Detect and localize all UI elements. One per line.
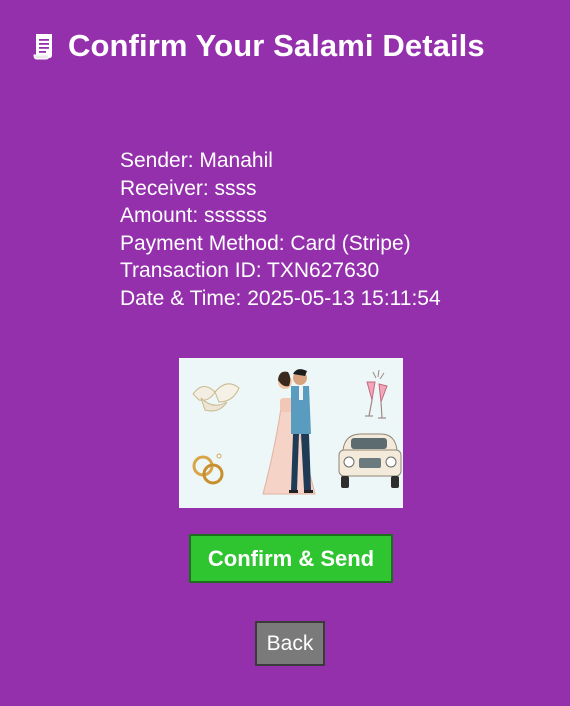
page-title: Confirm Your Salami Details <box>68 28 485 63</box>
doves-icon <box>192 383 240 412</box>
confirm-send-button[interactable]: Confirm & Send <box>189 534 393 583</box>
date-time-line: Date & Time: 2025-05-13 15:11:54 <box>120 286 441 310</box>
wedding-rings-icon <box>192 453 224 485</box>
wedding-illustration <box>179 358 403 508</box>
sender-line: Sender: Manahil <box>120 149 273 172</box>
receiver-line: Receiver: ssss <box>120 176 257 200</box>
amount-line: Amount: ssssss <box>120 204 268 227</box>
payment-method-line: Payment Method: Card (Stripe) <box>120 231 411 255</box>
couple-icon <box>262 369 316 495</box>
page-header: Confirm Your Salami Details <box>32 26 485 66</box>
champagne-glasses-icon <box>365 369 388 419</box>
transaction-details: Sender: Manahil Receiver: ssss Amount: s… <box>120 147 441 312</box>
receipt-icon <box>32 31 56 61</box>
transaction-id-line: Transaction ID: TXN627630 <box>120 259 380 282</box>
wedding-car-icon <box>338 433 402 488</box>
back-button[interactable]: Back <box>255 621 325 666</box>
